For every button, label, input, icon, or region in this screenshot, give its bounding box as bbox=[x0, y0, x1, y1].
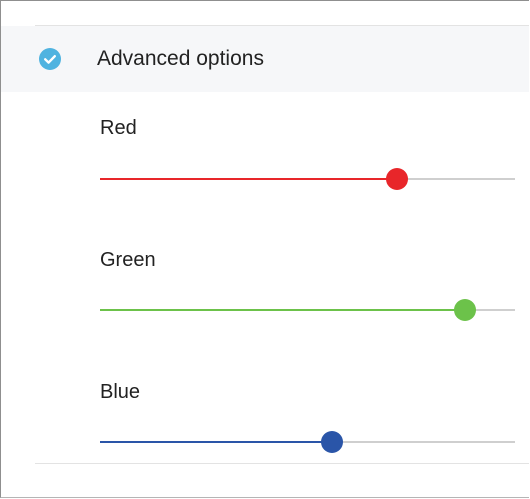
green-slider-label: Green bbox=[100, 249, 156, 271]
slider-thumb[interactable] bbox=[385, 168, 408, 190]
slider-fill bbox=[100, 441, 333, 443]
bottom-divider bbox=[35, 463, 529, 464]
advanced-options-header[interactable]: Advanced options bbox=[1, 26, 529, 92]
slider-fill bbox=[100, 178, 397, 180]
advanced-options-title: Advanced options bbox=[97, 47, 264, 70]
red-slider[interactable] bbox=[100, 167, 515, 191]
slider-thumb[interactable] bbox=[321, 431, 344, 453]
blue-slider[interactable] bbox=[100, 430, 515, 454]
slider-fill bbox=[100, 309, 466, 311]
advanced-options-panel: Advanced options Red Green Blue bbox=[0, 0, 529, 498]
slider-thumb[interactable] bbox=[454, 299, 477, 321]
check-circle-icon[interactable] bbox=[39, 48, 61, 70]
green-slider[interactable] bbox=[100, 298, 515, 322]
red-slider-label: Red bbox=[100, 117, 137, 139]
blue-slider-label: Blue bbox=[100, 381, 141, 403]
